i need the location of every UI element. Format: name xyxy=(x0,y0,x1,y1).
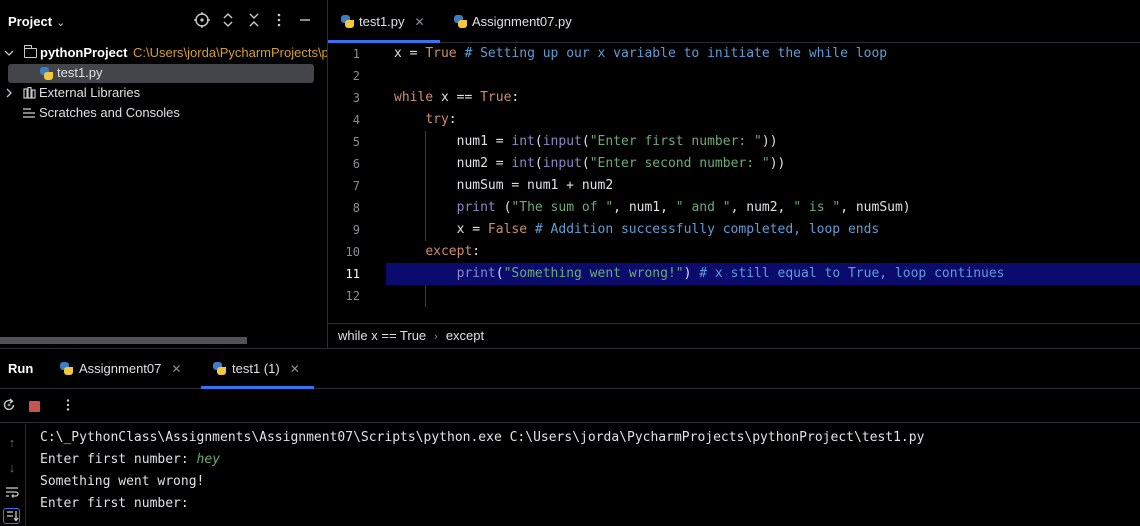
line-number: 2 xyxy=(352,69,360,83)
tree-item-label: External Libraries xyxy=(39,85,141,100)
code-line[interactable]: numSum = num1 + num2 xyxy=(386,175,1140,197)
console-command-line: C:\_PythonClass\Assignments\Assignment07… xyxy=(40,430,925,445)
minimize-icon[interactable] xyxy=(297,12,313,30)
tree-item-pythonproject[interactable]: pythonProject C:\Users\jorda\PycharmProj… xyxy=(0,43,327,63)
line-number: 7 xyxy=(352,179,360,193)
console-error-line: Something went wrong! xyxy=(40,474,205,489)
tree-item-scratches[interactable]: Scratches and Consoles xyxy=(0,103,327,123)
tree-item-label: pythonProject xyxy=(40,45,128,60)
breadcrumb-item[interactable]: while x == True xyxy=(338,328,426,343)
chevron-down-icon: ⌄ xyxy=(56,17,66,29)
tree-item-test1-py[interactable]: test1.py xyxy=(0,63,327,83)
tree-item-label: Scratches and Consoles xyxy=(39,105,180,120)
more-icon[interactable] xyxy=(271,12,287,30)
code-line[interactable]: print ("The sum of ", num1, " and ", num… xyxy=(386,197,1140,219)
more-icon[interactable] xyxy=(61,398,75,412)
line-number: 4 xyxy=(352,113,360,127)
breadcrumb-item[interactable]: except xyxy=(446,328,484,343)
code-line[interactable]: num2 = int(input("Enter second number: "… xyxy=(386,153,1140,175)
python-file-icon xyxy=(60,362,73,376)
target-icon[interactable] xyxy=(194,12,210,30)
indent-guide xyxy=(425,285,426,307)
project-title-label: Project xyxy=(8,14,53,29)
code-line[interactable]: while x == True: xyxy=(386,87,1140,109)
line-number: 6 xyxy=(352,157,360,171)
rerun-icon[interactable] xyxy=(2,398,16,412)
python-file-icon xyxy=(40,67,53,80)
line-number: 12 xyxy=(345,289,360,303)
line-number: 8 xyxy=(352,201,360,215)
code-area[interactable]: x = True # Setting up our x variable to … xyxy=(386,43,1140,323)
console-prompt: Enter first number: xyxy=(40,452,197,467)
code-line[interactable]: x = False # Addition successfully comple… xyxy=(386,219,1140,241)
arrow-down-icon[interactable]: ↓ xyxy=(5,460,19,476)
chevron-right-icon[interactable] xyxy=(4,83,14,103)
code-line[interactable]: num1 = int(input("Enter first number: ")… xyxy=(386,131,1140,153)
tree-item-external-libraries[interactable]: External Libraries xyxy=(0,83,327,103)
code-line[interactable] xyxy=(386,285,1140,307)
console-output[interactable]: C:\_PythonClass\Assignments\Assignment07… xyxy=(40,427,1130,515)
project-panel-header: Project ⌄ xyxy=(0,0,327,43)
console-side-toolbar: ↑ ↓ xyxy=(0,424,26,526)
close-icon[interactable]: ✕ xyxy=(415,15,425,29)
tab-label: test1 (1) xyxy=(232,361,280,376)
run-tabs: Run Assignment07 ✕ test1 (1) ✕ xyxy=(0,349,1140,389)
console-user-input: hey xyxy=(196,452,221,467)
line-number: 5 xyxy=(352,135,360,149)
console-line: Enter first number: hey xyxy=(40,449,1130,471)
tab-assignment07-py[interactable]: Assignment07.py xyxy=(454,0,572,43)
project-view-dropdown[interactable]: Project ⌄ xyxy=(8,14,65,29)
project-path: C:\Users\jorda\PycharmProjects\pythonPro… xyxy=(133,45,327,60)
stop-icon[interactable] xyxy=(29,401,40,412)
tree-item-label: test1.py xyxy=(57,65,103,80)
code-line[interactable]: x = True # Setting up our x variable to … xyxy=(386,43,1140,65)
line-number: 3 xyxy=(352,91,360,105)
run-tab-assignment07[interactable]: Assignment07 ✕ xyxy=(60,349,181,389)
horizontal-scrollbar[interactable] xyxy=(0,337,247,344)
chevron-right-icon: › xyxy=(434,331,438,343)
line-number: 10 xyxy=(345,245,360,259)
python-file-icon xyxy=(454,15,467,29)
close-all-icon[interactable] xyxy=(246,12,262,30)
editor-tabs: test1.py ✕ Assignment07.py xyxy=(328,0,1140,43)
indent-guide xyxy=(425,131,426,241)
breadcrumb: while x == True › except xyxy=(328,323,1140,348)
line-number-current: 11 xyxy=(345,267,360,281)
tab-label: Assignment07 xyxy=(79,361,162,376)
library-icon xyxy=(23,86,36,99)
line-number-gutter: 1 2 3 4 5 6 7 8 9 10 11 12 xyxy=(328,43,386,323)
tab-label: Assignment07.py xyxy=(472,14,572,29)
python-file-icon xyxy=(213,362,226,376)
folder-icon xyxy=(23,45,37,58)
code-line-current[interactable]: print("Something went wrong!") # x still… xyxy=(386,263,1140,285)
code-line[interactable]: except: xyxy=(386,241,1140,263)
line-number: 1 xyxy=(352,47,360,61)
code-line[interactable] xyxy=(386,65,1140,87)
run-tab-test1[interactable]: test1 (1) ✕ xyxy=(201,349,314,389)
scratches-icon xyxy=(23,107,36,119)
tab-test1-py[interactable]: test1.py ✕ xyxy=(328,0,440,43)
run-panel-title: Run xyxy=(8,361,34,376)
run-toolbar xyxy=(0,389,1140,423)
selection-highlight xyxy=(8,64,314,83)
editor: test1.py ✕ Assignment07.py 1 2 3 4 5 6 7 … xyxy=(327,0,1140,348)
line-number: 9 xyxy=(352,223,360,237)
python-file-icon xyxy=(341,15,354,29)
code-line[interactable]: try: xyxy=(386,109,1140,131)
run-panel: Run Assignment07 ✕ test1 (1) ✕ ↑ ↓ C:\_Pyt… xyxy=(0,348,1140,526)
console-prompt[interactable]: Enter first number: xyxy=(40,493,1130,515)
tab-label: test1.py xyxy=(359,14,405,29)
close-icon[interactable]: ✕ xyxy=(290,362,300,376)
arrow-up-icon[interactable]: ↑ xyxy=(5,435,19,451)
project-panel: Project ⌄ pythonProject C:\Users\jorda\Py… xyxy=(0,0,327,348)
expand-collapse-icon[interactable] xyxy=(220,12,236,30)
scroll-to-end-icon[interactable] xyxy=(3,508,20,524)
chevron-down-icon[interactable] xyxy=(4,43,14,63)
soft-wrap-icon[interactable] xyxy=(5,485,19,501)
close-icon[interactable]: ✕ xyxy=(171,362,181,376)
